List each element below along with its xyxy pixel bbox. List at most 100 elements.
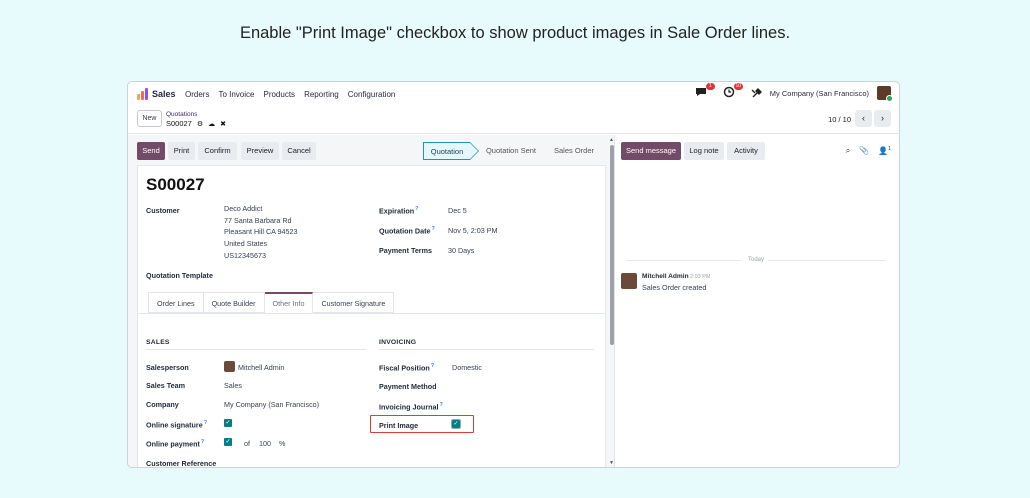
chatter-tools: ⌕ 📎 👤1 (846, 146, 891, 156)
online-payment-label: Online payment? (146, 439, 205, 449)
expiration-label: Expiration? (379, 206, 419, 216)
customer-name: Deco Addict (224, 204, 263, 213)
fiscal-position-field[interactable]: Domestic (452, 363, 482, 372)
main-menu: Orders To Invoice Products Reporting Con… (185, 90, 395, 99)
customer-country: United States (224, 239, 268, 249)
tools-icon[interactable] (751, 87, 762, 99)
sales-app-icon[interactable] (137, 88, 148, 100)
invoicing-journal-label: Invoicing Journal? (379, 402, 443, 412)
company-label: Company (146, 400, 179, 409)
tab-other-info[interactable]: Other Info (264, 292, 314, 313)
scroll-down-icon[interactable]: ▼ (609, 460, 614, 466)
preview-button[interactable]: Preview (241, 142, 279, 160)
salesperson-avatar (224, 361, 235, 372)
customer-street: 77 Santa Barbara Rd (224, 215, 292, 225)
tab-quote-builder[interactable]: Quote Builder (203, 292, 265, 313)
pager-next-button[interactable]: › (874, 110, 891, 127)
tab-customer-signature[interactable]: Customer Signature (313, 292, 395, 313)
customer-field[interactable]: Deco Addict 77 Santa Barbara Rd Pleasant… (224, 203, 298, 262)
discard-icon[interactable]: ✖ (220, 120, 226, 128)
sales-team-label: Sales Team (146, 381, 186, 390)
order-name: S00027 (146, 175, 205, 194)
notebook-tabs: Order Lines Quote Builder Other Info Cus… (148, 292, 395, 313)
form-scrollbar[interactable]: ▲ ▼ (609, 137, 615, 467)
message-author[interactable]: Mitchell Admin (642, 273, 689, 280)
payment-terms-label: Payment Terms (379, 246, 432, 255)
cancel-button[interactable]: Cancel (282, 142, 316, 160)
messages-badge: 1 (705, 83, 715, 90)
search-icon[interactable]: ⌕ (846, 146, 850, 156)
stage-quotation[interactable]: Quotation (423, 142, 479, 160)
sales-section-title: SALES (146, 339, 170, 346)
salesperson-label: Salesperson (146, 363, 189, 372)
prepayment-percent-field[interactable]: 100 (259, 439, 271, 448)
activity-clock-icon[interactable]: 10 (723, 83, 743, 100)
pager-previous-button[interactable]: ‹ (855, 110, 872, 127)
activities-badge: 10 (733, 83, 743, 90)
control-panel: New Quotations S00027 ⚙ ☁ ✖ 10 / 10 ‹ › (128, 106, 899, 134)
salesperson-field[interactable]: Mitchell Admin (238, 363, 284, 372)
form-sheet: S00027 Customer Deco Addict 77 Santa Bar… (137, 165, 606, 468)
customer-vat: US12345673 (224, 250, 266, 260)
online-signature-label: Online signature? (146, 420, 208, 430)
breadcrumb-current: S00027 ⚙ ☁ ✖ (166, 119, 226, 128)
stage-quotation-sent[interactable]: Quotation Sent (481, 142, 541, 160)
quotation-date-field[interactable]: Nov 5, 2:03 PM (448, 226, 498, 235)
messages-icon[interactable]: 1 (695, 83, 715, 100)
scroll-up-icon[interactable]: ▲ (609, 137, 614, 143)
print-button[interactable]: Print (168, 142, 195, 160)
status-bar: Send Print Confirm Preview Cancel Quotat… (128, 135, 615, 164)
tab-order-lines[interactable]: Order Lines (148, 292, 204, 313)
breadcrumb-quotations[interactable]: Quotations (166, 111, 197, 118)
company-field[interactable]: My Company (San Francisco) (224, 400, 319, 409)
menu-to-invoice[interactable]: To Invoice (218, 90, 254, 99)
chatter-panel: Send message Log note Activity ⌕ 📎 👤1 To… (616, 135, 899, 467)
send-message-button[interactable]: Send message (621, 142, 681, 160)
followers-icon[interactable]: 👤1 (878, 146, 891, 156)
customer-label: Customer (146, 206, 180, 215)
send-button[interactable]: Send (137, 142, 165, 160)
menu-products[interactable]: Products (263, 90, 295, 99)
percent-sign: % (279, 439, 286, 448)
menu-reporting[interactable]: Reporting (304, 90, 339, 99)
pager-value[interactable]: 10 / 10 (828, 115, 851, 124)
expiration-field[interactable]: Dec 5 (448, 206, 467, 215)
online-payment-of: of (244, 439, 250, 448)
navbar-systray: 1 10 My Company (San Francisco) (695, 83, 893, 102)
sales-team-field[interactable]: Sales (224, 381, 242, 390)
menu-configuration[interactable]: Configuration (348, 90, 396, 99)
scrollbar-thumb[interactable] (610, 145, 614, 345)
paperclip-icon[interactable]: 📎 (859, 146, 869, 156)
followers-count: 1 (888, 146, 891, 152)
invoicing-section-divider (379, 349, 594, 350)
app-name[interactable]: Sales (152, 89, 176, 99)
online-payment-checkbox[interactable]: ✓ (224, 438, 232, 446)
record-name: S00027 (166, 119, 192, 128)
company-switcher[interactable]: My Company (San Francisco) (770, 89, 869, 98)
quotation-date-label: Quotation Date? (379, 226, 435, 236)
customer-reference-label: Customer Reference (146, 459, 217, 468)
sales-section-divider (146, 349, 366, 350)
print-image-checkbox[interactable]: ✓ (451, 419, 461, 429)
new-button[interactable]: New (137, 110, 162, 127)
user-avatar[interactable] (877, 86, 893, 102)
activity-button[interactable]: Activity (727, 142, 765, 160)
fiscal-position-label: Fiscal Position? (379, 363, 435, 373)
odoo-window: Sales Orders To Invoice Products Reporti… (127, 81, 900, 468)
customer-city: Pleasant Hill CA 94523 (224, 227, 298, 237)
message-time: 2:03 PM (690, 274, 711, 280)
gear-icon[interactable]: ⚙ (197, 120, 203, 128)
form-panel: Send Print Confirm Preview Cancel Quotat… (128, 135, 615, 468)
payment-terms-field[interactable]: 30 Days (448, 246, 474, 255)
top-navbar: Sales Orders To Invoice Products Reporti… (128, 82, 899, 106)
menu-orders[interactable]: Orders (185, 90, 209, 99)
message-author-avatar (621, 273, 637, 289)
invoicing-section-title: INVOICING (379, 339, 417, 346)
online-signature-checkbox[interactable]: ✓ (224, 419, 232, 427)
instruction-caption: Enable "Print Image" checkbox to show pr… (239, 24, 791, 42)
cloud-upload-icon[interactable]: ☁ (208, 120, 215, 128)
quotation-template-label: Quotation Template (146, 271, 213, 280)
log-note-button[interactable]: Log note (684, 142, 724, 160)
stage-sales-order[interactable]: Sales Order (548, 142, 600, 160)
confirm-button[interactable]: Confirm (198, 142, 237, 160)
